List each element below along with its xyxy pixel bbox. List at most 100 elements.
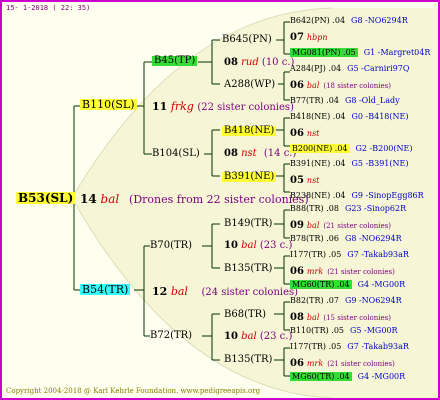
queen-label[interactable]: B53(SL): [16, 192, 76, 204]
gen5-row: 05 nst: [290, 176, 323, 186]
gen5-label[interactable]: B200(NE) .04: [290, 144, 350, 153]
gen2-top-num: 11: [152, 100, 168, 113]
drones-code: bal: [100, 192, 120, 206]
gen4-b2-label[interactable]: B391(NE): [222, 172, 277, 182]
gen3-c-text: (23 c.): [259, 240, 293, 251]
gen5-ref: G2 -B200(NE): [355, 144, 413, 153]
gen4-d1-label[interactable]: B68(TR): [224, 310, 266, 320]
gen5-text: (21 sister colonies): [323, 222, 391, 230]
gen5-ref: G4 -MG00R: [357, 280, 406, 289]
gen5-label[interactable]: I177(TR) .05: [290, 342, 341, 351]
gen5-label[interactable]: B418(NE) .04: [290, 112, 346, 121]
drones-line: 14 bal (Drones from 22 sister colonies): [80, 193, 309, 205]
gen4-a1-line: 08 rud (10 c.): [224, 58, 294, 68]
gen5-ref: G0 -B418(NE): [351, 112, 409, 121]
gen5-label[interactable]: MG60(TR) .04: [290, 372, 352, 381]
gen5-row: MG081(PN) .05 G1 -Margret04R: [290, 48, 431, 57]
gen5-ref: G5 -MG00R: [350, 326, 398, 335]
gen5-code: mrk: [306, 267, 324, 276]
gen2-top-line: 11 frkg (22 sister colonies): [152, 101, 294, 113]
gen5-row: B642(PN) .04 G8 -NO6294R: [290, 17, 408, 25]
gen5-num: 06: [290, 128, 304, 139]
gen5-ref: G8 -Old_Lady: [344, 96, 400, 105]
gen4-c1-label[interactable]: B149(TR): [224, 219, 272, 229]
gen4-a1-label[interactable]: B645(PN): [222, 35, 272, 45]
gen5-text: (15 sister colonies): [323, 314, 391, 322]
gen5-ref: G9 -SinopEgg86R: [351, 191, 424, 200]
gen2-bottom-text: (24 sister colonies): [201, 287, 299, 298]
gen4-d2-label[interactable]: B135(TR): [224, 355, 272, 365]
gen5-label[interactable]: MG081(PN) .05: [290, 48, 358, 57]
gen4-c2-label[interactable]: B135(TR): [224, 264, 272, 274]
gen3-b-num: 08: [224, 148, 238, 159]
gen5-row: B391(NE) .04 G5 -B391(NE): [290, 160, 408, 168]
gen5-row: B88(TR) .08 G23 -Sinop62R: [290, 205, 406, 213]
gen5-row: B110(TR) .05 G5 -MG00R: [290, 327, 398, 335]
gen3-a-label[interactable]: B45(TP): [152, 56, 198, 66]
gen3-c-num: 10: [224, 240, 238, 251]
gen5-num: 06: [290, 80, 304, 91]
gen5-label[interactable]: B88(TR) .08: [290, 204, 339, 213]
gen4-a1-num: 08: [224, 57, 238, 68]
gen5-label[interactable]: I177(TR) .05: [290, 250, 341, 259]
gen5-ref: G23 -Sinop62R: [344, 204, 407, 213]
gen5-ref: G7 -Takab93aR: [347, 250, 409, 259]
gen5-label[interactable]: B642(PN) .04: [290, 16, 345, 25]
gen5-label[interactable]: MG60(TR) .04: [290, 280, 352, 289]
gen2-top-code: frkg: [170, 100, 194, 113]
gen5-ref: G4 -MG00R: [357, 372, 406, 381]
gen3-c-code: bal: [241, 240, 257, 251]
gen5-text: (21 sister colonies): [327, 268, 395, 276]
gen5-ref: G9 -NO6294R: [344, 296, 402, 305]
gen3-d-label[interactable]: B72(TR): [150, 331, 192, 341]
gen5-row: I177(TR) .05 G7 -Takab93aR: [290, 251, 409, 259]
gen5-row: MG60(TR) .04 G4 -MG00R: [290, 372, 406, 381]
gen3-b-code: nst: [241, 148, 257, 159]
gen5-row: B82(TR) .07 G9 -NO6294R: [290, 297, 402, 305]
gen5-label[interactable]: B78(TR) .06: [290, 234, 339, 243]
gen5-code: nst: [306, 176, 320, 185]
gen3-d-text: (23 c.): [259, 331, 293, 342]
pedigree-frame: 15- 1-2018 ( 22: 35) B53(SL) 14 bal (Dro…: [0, 0, 440, 400]
gen3-d-line: 10 bal (23 c.): [224, 332, 292, 342]
copyright-footer: Copyright 2004-2018 @ Karl Kehrle Founda…: [6, 387, 261, 395]
gen5-ref: G5 -B391(NE): [351, 159, 409, 168]
gen5-label[interactable]: B238(NE) .04: [290, 191, 346, 200]
gen5-label[interactable]: B82(TR) .07: [290, 296, 339, 305]
gen5-ref: G1 -Margret04R: [363, 48, 431, 57]
gen5-label[interactable]: B77(TR) .04: [290, 96, 339, 105]
gen2-top-label[interactable]: B110(SL): [80, 99, 137, 110]
gen5-ref: G8 -NO6294R: [344, 234, 402, 243]
gen2-bottom-label[interactable]: B54(TR): [80, 284, 131, 295]
gen2-bottom-num: 12: [152, 285, 168, 298]
gen5-ref: G5 -Carniri97Q: [347, 64, 410, 73]
gen4-a1-code: rud: [241, 57, 259, 68]
gen5-row: 08 bal (15 sister colonies): [290, 313, 391, 323]
drones-num: 14: [80, 192, 97, 206]
gen5-label[interactable]: A284(PJ) .04: [290, 64, 341, 73]
gen5-code: hbpn: [306, 33, 328, 42]
gen5-row: 06 bal (18 sister colonies): [290, 81, 391, 91]
gen5-label[interactable]: B110(TR) .05: [290, 326, 344, 335]
gen3-b-line: 08 nst (14 c.): [224, 149, 296, 159]
gen2-bottom-code: bal: [170, 285, 188, 298]
gen5-code: bal: [306, 313, 320, 322]
gen5-row: B238(NE) .04 G9 -SinopEgg86R: [290, 192, 424, 200]
gen5-num: 08: [290, 312, 304, 323]
gen5-row: MG60(TR) .04 G4 -MG00R: [290, 280, 406, 289]
gen5-row: 06 mrk (21 sister colonies): [290, 359, 395, 369]
gen5-code: bal: [306, 81, 320, 90]
gen2-bottom-line: 12 bal (24 sister colonies): [152, 286, 298, 298]
gen5-num: 07: [290, 32, 304, 43]
gen5-row: 07 hbpn: [290, 33, 331, 43]
gen5-num: 06: [290, 266, 304, 277]
gen4-a2-label[interactable]: A288(WP): [224, 80, 275, 90]
gen5-num: 06: [290, 358, 304, 369]
gen3-c-label[interactable]: B70(TR): [150, 241, 192, 251]
gen5-label[interactable]: B391(NE) .04: [290, 159, 346, 168]
gen5-row: B78(TR) .06 G8 -NO6294R: [290, 235, 402, 243]
gen4-b1-label[interactable]: B418(NE): [222, 126, 277, 136]
gen5-row: I177(TR) .05 G7 -Takab93aR: [290, 343, 409, 351]
gen3-b-label[interactable]: B104(SL): [152, 149, 200, 159]
gen5-row: B418(NE) .04 G0 -B418(NE): [290, 113, 408, 121]
